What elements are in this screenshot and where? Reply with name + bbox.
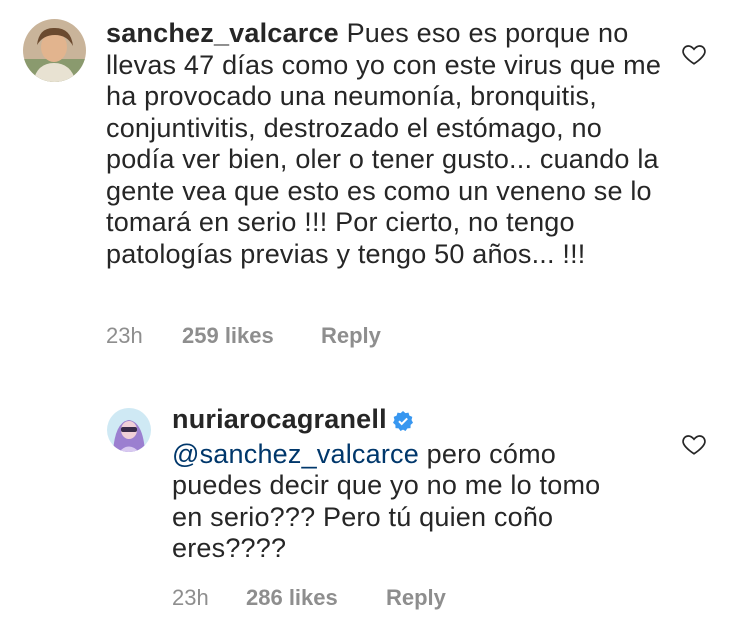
mention-link[interactable]: @sanchez_valcarce bbox=[172, 439, 419, 469]
heart-outline-icon[interactable] bbox=[681, 431, 707, 457]
timestamp: 23h bbox=[106, 323, 143, 348]
comment-meta: 23h 259 likes Reply bbox=[106, 323, 381, 349]
timestamp: 23h bbox=[172, 585, 209, 610]
likes-count[interactable]: 259 likes bbox=[182, 323, 321, 349]
username[interactable]: sanchez_valcarce bbox=[106, 18, 339, 48]
comment-text: nuriarocagranell @sanchez_valcarce pero … bbox=[172, 404, 632, 565]
reply-button[interactable]: Reply bbox=[386, 585, 446, 611]
comment-body: Pues eso es porque no llevas 47 días com… bbox=[106, 18, 662, 269]
username[interactable]: nuriarocagranell bbox=[172, 404, 387, 434]
comment-meta: 23h 286 likes Reply bbox=[172, 585, 446, 611]
comment-1: sanchez_valcarce Pues eso es porque no l… bbox=[0, 0, 749, 360]
avatar[interactable] bbox=[23, 19, 86, 82]
reply-button[interactable]: Reply bbox=[321, 323, 381, 349]
likes-count[interactable]: 286 likes bbox=[246, 585, 386, 611]
avatar[interactable] bbox=[107, 408, 151, 452]
heart-outline-icon[interactable] bbox=[681, 41, 707, 67]
comment-text: sanchez_valcarce Pues eso es porque no l… bbox=[106, 18, 666, 270]
verified-badge-icon bbox=[392, 407, 413, 439]
comment-2: nuriarocagranell @sanchez_valcarce pero … bbox=[0, 360, 749, 629]
